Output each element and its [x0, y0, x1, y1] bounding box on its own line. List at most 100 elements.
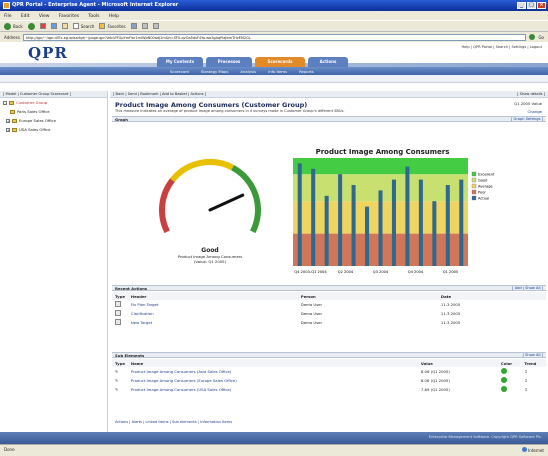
bar-12: [459, 179, 464, 266]
status-bar: Done Internet: [0, 444, 548, 456]
date: 11.3.2005: [440, 311, 461, 316]
sub-element-link[interactable]: Product Image Among Consumers (Europe Sa…: [131, 378, 237, 383]
person: Demo User: [300, 302, 323, 307]
back-arrow-icon: [4, 22, 11, 30]
table-row: Clarification Demo User 11.3.2005: [112, 309, 546, 318]
action-link[interactable]: New Target: [131, 320, 152, 325]
menu-view[interactable]: View: [39, 14, 50, 19]
portal-footer: Enterprise Management Software. Copyrigh…: [0, 432, 548, 444]
tab-processes[interactable]: Processes: [206, 57, 252, 67]
page-description: This measure indicates an average of pro…: [115, 109, 345, 113]
address-label: Address: [4, 34, 20, 40]
document-icon: [115, 310, 121, 316]
bar-10: [432, 201, 437, 266]
gauge-status: Good: [201, 247, 219, 254]
table-row: Fix Plan Target Demo User 11.3.2005: [112, 300, 546, 309]
tree-item-paris[interactable]: Paris Sales Office: [0, 107, 107, 116]
go-icon[interactable]: [529, 34, 536, 40]
stop-icon[interactable]: [39, 23, 46, 29]
tab-my-contents[interactable]: My Contents: [157, 57, 203, 67]
refresh-icon[interactable]: [50, 23, 57, 29]
tab-scorecards[interactable]: Scorecards: [255, 57, 305, 67]
legend-swatch: [471, 177, 477, 183]
sub-elements-links[interactable]: [ Show All ]: [523, 353, 543, 358]
maximize-button[interactable]: □: [527, 2, 536, 9]
table-row: ✎ Product Image Among Consumers (USA Sal…: [112, 385, 546, 394]
legend-label: Actual: [478, 197, 489, 201]
bar-0: [297, 163, 302, 266]
tab-actions[interactable]: Actions: [308, 57, 348, 67]
expand-icon[interactable]: +: [6, 118, 10, 123]
table-row: ✎ Product Image Among Consumers (Europe …: [112, 376, 546, 385]
bar-4: [351, 185, 356, 266]
print-icon[interactable]: [152, 23, 159, 29]
mail-icon[interactable]: [141, 23, 148, 29]
tree-item-europe[interactable]: + Europe Sales Office: [0, 116, 107, 125]
close-button[interactable]: ×: [537, 2, 546, 9]
tree-item-usa[interactable]: + USA Sales Office: [0, 125, 107, 134]
menu-favorites[interactable]: Favorites: [59, 14, 79, 19]
address-input[interactable]: http://qpr/~/qpr.dll?x.eg.qdxsrtgt/~/pag…: [22, 33, 527, 41]
show-details-link[interactable]: [ Show details ]: [517, 92, 545, 96]
status-text: Done: [4, 447, 15, 452]
recent-actions-links[interactable]: [ Add | Show All ]: [512, 286, 543, 291]
footer-links[interactable]: Actions | Alerts | Linked Items | Sub el…: [115, 420, 232, 424]
gauge-high-band: [231, 165, 261, 234]
trend-icon: ↕: [524, 378, 528, 383]
favorites-button[interactable]: Favorites: [99, 23, 126, 29]
back-button[interactable]: Back: [4, 22, 23, 30]
graph-settings-link[interactable]: [ Graph Settings ]: [511, 117, 543, 122]
gauge-caption: Good Product Image Among Consumers (Valu…: [150, 247, 270, 264]
history-icon[interactable]: [130, 23, 137, 29]
value: 7.89 (Q1 2005): [420, 387, 450, 392]
folder-icon: [10, 109, 15, 114]
globe-icon: [521, 447, 527, 452]
sub-elements-header: Sub Elements [ Show All ]: [112, 352, 546, 358]
gauge: [159, 159, 261, 234]
change-link[interactable]: Change: [514, 109, 542, 114]
star-icon: [99, 23, 106, 29]
sub-element-link[interactable]: Product Image Among Consumers (Asia Sale…: [131, 369, 231, 374]
bar-8: [405, 166, 410, 266]
legend-label: Poor: [478, 191, 486, 195]
bar-chart: Q4 2003-Q1 2004 Q2 2004 Q3 2004 Q4 2004 Q1 2…: [293, 158, 495, 274]
minimize-button[interactable]: _: [517, 2, 526, 9]
status-green-icon: [500, 368, 507, 374]
collapse-icon[interactable]: -: [3, 100, 7, 105]
table-row: New Target Demo User 11.3.2005: [112, 318, 546, 327]
col-color: Color: [497, 359, 522, 367]
go-button[interactable]: Go: [538, 35, 544, 40]
menu-edit[interactable]: Edit: [21, 14, 30, 19]
document-icon: [115, 301, 121, 307]
chart-title: Product Image Among Consumers: [315, 148, 450, 156]
action-link[interactable]: Fix Plan Target: [131, 302, 158, 307]
col-trend: Trend: [521, 359, 546, 367]
forward-arrow-icon[interactable]: [27, 22, 35, 30]
search-button[interactable]: Search: [72, 23, 94, 29]
expand-icon[interactable]: +: [6, 127, 10, 132]
value: 8.08 (Q1 2005): [420, 378, 450, 383]
status-green-icon: [500, 377, 507, 383]
search-icon: [72, 23, 79, 29]
graph-section-header: Graph [ Graph Settings ]: [112, 116, 546, 122]
menu-file[interactable]: File: [4, 14, 12, 19]
folder-icon: [12, 127, 17, 132]
menu-help[interactable]: Help: [109, 14, 119, 19]
measure-icon: ✎: [115, 378, 119, 383]
measure-icon: ✎: [115, 369, 119, 374]
tree-item-customer-group[interactable]: - Customer Group: [0, 98, 107, 107]
gauge-value: (Value: Q1 2005): [193, 259, 227, 264]
main-actions[interactable]: [ Back | Send | Bookmark | Add to Basket…: [113, 92, 206, 96]
top-links[interactable]: Help | QPR Portal | Search | Settings | …: [461, 45, 542, 49]
person: Demo User: [300, 320, 323, 325]
action-link[interactable]: Clarification: [131, 311, 154, 316]
sub-element-link[interactable]: Product Image Among Consumers (USA Sales…: [131, 387, 231, 392]
tree-header: [ Model | Customer Group Scorecard ]: [0, 91, 107, 98]
document-icon: [115, 319, 121, 325]
legend-label: Average: [478, 185, 494, 189]
col-value: Value: [417, 359, 498, 367]
menu-tools[interactable]: Tools: [88, 14, 99, 19]
bar-2: [324, 195, 329, 266]
home-icon[interactable]: [61, 23, 68, 29]
bar-5: [365, 206, 370, 266]
